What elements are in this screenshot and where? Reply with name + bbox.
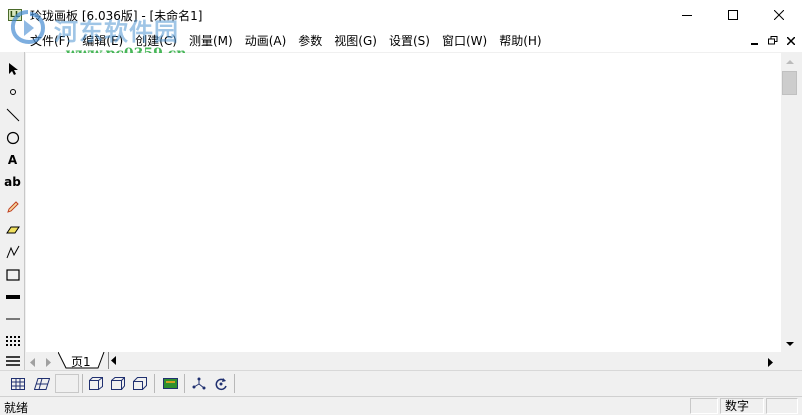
scroll-up-icon — [785, 59, 794, 64]
menu-parameters[interactable]: 参数 — [292, 30, 328, 52]
toolbar-separator — [184, 374, 185, 393]
vertical-scroll-thumb[interactable] — [782, 71, 797, 95]
scroll-up-button[interactable] — [781, 53, 798, 70]
scroll-down-button[interactable] — [781, 335, 798, 352]
page-tab-row: 页1 — [26, 352, 798, 369]
bottom-toolbar — [0, 370, 802, 395]
vertical-scrollbar[interactable] — [781, 53, 798, 352]
tab-next-icon — [46, 358, 51, 367]
scroll-left-icon — [111, 356, 116, 365]
toolbar-separator — [82, 374, 83, 393]
menu-file[interactable]: 文件(F) — [24, 30, 76, 52]
tab-splitter[interactable] — [108, 352, 116, 369]
drawing-canvas[interactable] — [26, 53, 781, 352]
app-icon: LL — [8, 9, 22, 21]
thin-line-icon[interactable] — [2, 308, 23, 329]
close-button[interactable] — [756, 0, 802, 30]
status-text: 就绪 — [4, 401, 29, 415]
cube-top-icon[interactable] — [130, 374, 150, 393]
thick-line-icon[interactable] — [2, 286, 23, 307]
color-fill-icon[interactable] — [160, 374, 180, 393]
menu-edit[interactable]: 编辑(E) — [76, 30, 129, 52]
blank-toolbar-button[interactable] — [55, 374, 79, 393]
line-icon[interactable] — [2, 104, 23, 125]
circle-icon[interactable] — [2, 127, 23, 148]
text-a-icon[interactable]: A — [2, 149, 23, 170]
eraser-icon[interactable] — [2, 219, 23, 240]
status-pane-empty — [766, 398, 798, 414]
rotate-icon[interactable] — [211, 374, 231, 393]
lines-icon[interactable] — [2, 350, 23, 371]
tab-page1[interactable]: 页1 — [71, 353, 91, 370]
doc-close-button[interactable] — [784, 34, 798, 47]
menu-window[interactable]: 窗口(W) — [436, 30, 493, 52]
grid-icon[interactable] — [8, 374, 28, 393]
pencil-icon[interactable] — [2, 196, 23, 217]
dotted-grid-icon[interactable] — [2, 330, 23, 351]
menu-settings[interactable]: 设置(S) — [383, 30, 436, 52]
toolbar-separator — [154, 374, 155, 393]
tab-first-button[interactable] — [30, 356, 36, 370]
cube-side-icon[interactable] — [108, 374, 128, 393]
point-icon[interactable] — [2, 81, 23, 102]
tab-next-button[interactable] — [46, 356, 52, 370]
scroll-right-button[interactable] — [768, 356, 774, 370]
doc-minimize-icon — [751, 42, 758, 45]
polyline-icon[interactable] — [2, 241, 23, 262]
select-arrow-icon[interactable] — [2, 58, 23, 79]
scroll-corner — [784, 352, 798, 369]
doc-minimize-button[interactable] — [748, 34, 762, 47]
transform-icon[interactable] — [189, 374, 209, 393]
menu-bar: 文件(F) 编辑(E) 创建(C) 测量(M) 动画(A) 参数 视图(G) 设… — [0, 30, 802, 52]
text-ab-icon[interactable]: ab — [2, 171, 23, 192]
minimize-button[interactable] — [664, 0, 710, 30]
title-bar: LL 玲珑画板 [6.036版] - [未命名1] — [0, 0, 802, 30]
doc-close-icon — [787, 36, 795, 45]
status-mode: 数字 — [720, 398, 764, 414]
menu-animation[interactable]: 动画(A) — [239, 30, 293, 52]
cube-front-icon[interactable] — [86, 374, 106, 393]
toolbar-separator — [234, 374, 235, 393]
tab-prev-icon — [30, 358, 35, 367]
maximize-button[interactable] — [710, 0, 756, 30]
doc-restore-button[interactable] — [766, 34, 780, 47]
minimize-icon — [682, 15, 692, 16]
left-toolbar: A ab — [0, 52, 25, 370]
maximize-icon — [728, 10, 738, 20]
scroll-down-icon — [785, 341, 794, 346]
horizontal-scroll-track[interactable] — [124, 354, 764, 367]
skew-grid-icon[interactable] — [32, 374, 52, 393]
menu-help[interactable]: 帮助(H) — [493, 30, 547, 52]
status-pane-empty — [690, 398, 718, 414]
menu-create[interactable]: 创建(C) — [129, 30, 183, 52]
status-bar: 就绪 数字 — [0, 396, 802, 415]
menu-measure[interactable]: 测量(M) — [183, 30, 239, 52]
doc-restore-icon — [768, 36, 778, 45]
window-title: 玲珑画板 [6.036版] - [未命名1] — [30, 8, 203, 23]
menu-view[interactable]: 视图(G) — [328, 30, 383, 52]
scroll-right-icon — [768, 358, 773, 367]
close-icon — [774, 10, 784, 20]
rectangle-icon[interactable] — [2, 264, 23, 285]
